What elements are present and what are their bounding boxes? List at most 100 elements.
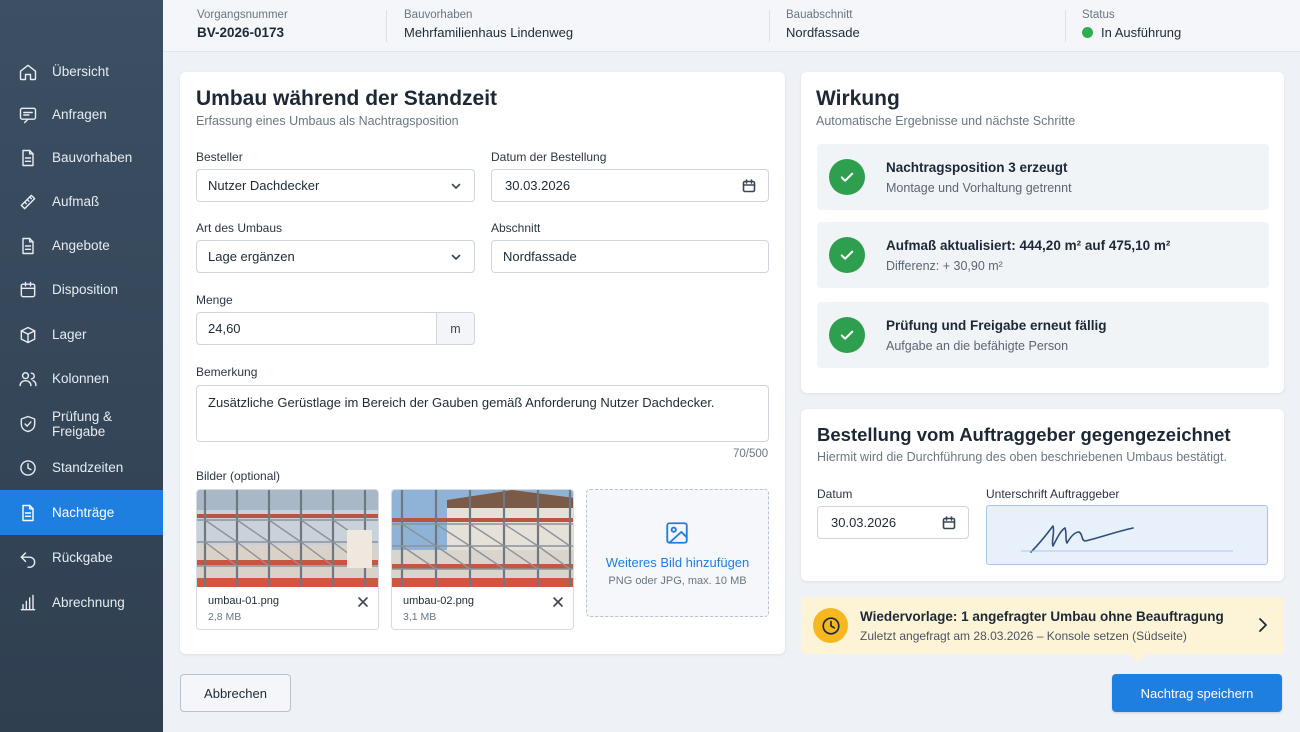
home-icon <box>18 62 38 82</box>
sidebar-item-lager[interactable]: Lager <box>0 312 163 357</box>
wiedervorlage-title: Wiedervorlage: 1 angefragter Umbau ohne … <box>860 609 1224 624</box>
art-umbau-label: Art des Umbaus <box>196 221 283 235</box>
wirkung-card: Wirkung Automatische Ergebnisse und näch… <box>801 72 1284 393</box>
sidebar-item-label: Aufmaß <box>52 194 100 209</box>
unterschrift-label: Unterschrift Auftraggeber <box>986 487 1120 501</box>
sidebar-item-pruefung-freigabe[interactable]: Prüfung & Freigabe <box>0 401 163 446</box>
umbau-form-card: Umbau während der Standzeit Erfassung ei… <box>180 72 785 654</box>
sidebar-item-anfragen[interactable]: Anfragen <box>0 92 163 137</box>
image-icon <box>664 520 690 546</box>
add-image-label: Weiteres Bild hinzufügen <box>605 555 750 570</box>
header-divider <box>386 10 387 42</box>
scaffold-photo <box>392 490 573 587</box>
status-badge: In Ausführung <box>1101 25 1182 40</box>
bemerkung-textarea[interactable]: Zusätzliche Gerüstlage im Bereich der Ga… <box>196 385 769 442</box>
calendar-icon[interactable] <box>742 179 756 193</box>
check-icon <box>829 317 865 353</box>
sidebar-item-rueckgabe[interactable]: Rückgabe <box>0 535 163 580</box>
wirkung-item: Nachtragsposition 3 erzeugt Montage und … <box>817 144 1269 210</box>
sidebar-item-nachtraege[interactable]: Nachträge <box>0 490 163 535</box>
sidebar-item-aufmass[interactable]: Aufmaß <box>0 179 163 224</box>
sidebar-item-label: Standzeiten <box>52 460 124 475</box>
close-icon[interactable] <box>357 595 369 607</box>
wirkung-item: Aufmaß aktualisiert: 444,20 m² auf 475,1… <box>817 222 1269 288</box>
sidebar-item-angebote[interactable]: Angebote <box>0 223 163 268</box>
calendar-icon <box>18 280 38 300</box>
add-image-button[interactable]: Weiteres Bild hinzufügen PNG oder JPG, m… <box>586 489 769 617</box>
bemerkung-label: Bemerkung <box>196 365 258 379</box>
form-title: Umbau während der Standzeit <box>196 87 498 110</box>
image-filesize: 3,1 MB <box>403 611 437 623</box>
header-divider <box>1065 10 1066 42</box>
bestellung-datum-label: Datum <box>817 487 853 501</box>
clock-icon <box>18 458 38 478</box>
clock-icon <box>813 608 848 643</box>
box-icon <box>18 325 38 345</box>
menge-input[interactable]: 24,60 m <box>196 312 475 345</box>
image-filesize: 2,8 MB <box>208 611 242 623</box>
chat-icon <box>18 105 38 125</box>
sidebar-item-label: Rückgabe <box>52 550 113 565</box>
image-filename: umbau-01.png <box>208 595 279 607</box>
document-icon <box>18 148 38 168</box>
wiedervorlage-banner[interactable]: Wiedervorlage: 1 angefragter Umbau ohne … <box>801 597 1284 662</box>
header-vorgangsnummer: Vorgangsnummer BV-2026-0173 <box>197 9 288 40</box>
sidebar-item-label: Disposition <box>52 282 119 297</box>
sidebar-item-uebersicht[interactable]: Übersicht <box>0 49 163 94</box>
document-icon <box>18 236 38 256</box>
image-filename: umbau-02.png <box>403 595 474 607</box>
return-arrow-icon <box>18 548 38 568</box>
signature-pad[interactable] <box>986 505 1268 565</box>
close-icon[interactable] <box>552 595 564 607</box>
sidebar-item-label: Übersicht <box>52 64 110 79</box>
chevron-down-icon <box>450 251 462 263</box>
menge-unit: m <box>436 313 474 344</box>
bestellung-datum-field[interactable]: 30.03.2026 <box>817 506 969 539</box>
bestellung-title: Bestellung vom Auftraggeber gegengezeich… <box>817 424 1231 445</box>
sidebar-item-label: Lager <box>52 327 87 342</box>
sidebar-item-standzeiten[interactable]: Standzeiten <box>0 445 163 490</box>
image-thumbnail[interactable]: umbau-01.png 2,8 MB <box>196 489 379 630</box>
bestellung-card: Bestellung vom Auftraggeber gegengezeich… <box>801 409 1284 581</box>
header-divider <box>769 10 770 42</box>
check-icon <box>829 159 865 195</box>
header-bauvorhaben: Bauvorhaben Mehrfamilienhaus Lindenweg <box>404 9 574 40</box>
save-button[interactable]: Nachtrag speichern <box>1112 674 1282 712</box>
sidebar-item-label: Angebote <box>52 238 110 253</box>
ruler-icon <box>18 192 38 212</box>
header-status: Status In Ausführung <box>1082 9 1182 40</box>
sidebar: Übersicht Anfragen Bauvorhaben Aufmaß An… <box>0 0 163 732</box>
signature-icon <box>1021 525 1233 553</box>
bar-chart-icon <box>18 593 38 613</box>
sidebar-item-bauvorhaben[interactable]: Bauvorhaben <box>0 135 163 180</box>
art-umbau-select[interactable]: Lage ergänzen <box>196 240 475 273</box>
chevron-right-icon[interactable] <box>1256 617 1270 633</box>
sidebar-item-label: Anfragen <box>52 107 107 122</box>
cancel-button[interactable]: Abbrechen <box>180 674 291 712</box>
menge-label: Menge <box>196 293 233 307</box>
sidebar-item-label: Nachträge <box>52 505 115 520</box>
sidebar-item-kolonnen[interactable]: Kolonnen <box>0 356 163 401</box>
sidebar-item-label: Kolonnen <box>52 371 110 386</box>
wirkung-subtitle: Automatische Ergebnisse und nächste Schr… <box>816 114 1076 128</box>
datum-bestellung-field[interactable]: 30.03.2026 <box>491 169 769 202</box>
abschnitt-field[interactable]: Nordfassade <box>491 240 769 273</box>
sidebar-item-label: Bauvorhaben <box>52 150 133 165</box>
status-dot-icon <box>1082 27 1093 38</box>
bilder-label: Bilder (optional) <box>196 469 281 483</box>
besteller-select[interactable]: Nutzer Dachdecker <box>196 169 475 202</box>
wirkung-item: Prüfung und Freigabe erneut fällig Aufga… <box>817 302 1269 368</box>
calendar-icon[interactable] <box>942 516 956 530</box>
besteller-label: Besteller <box>196 150 243 164</box>
form-subtitle: Erfassung eines Umbaus als Nachtragsposi… <box>196 114 459 128</box>
scaffold-photo <box>197 490 378 587</box>
header: Vorgangsnummer BV-2026-0173 Bauvorhaben … <box>163 0 1300 52</box>
sidebar-item-disposition[interactable]: Disposition <box>0 267 163 312</box>
shield-check-icon <box>18 414 38 434</box>
sidebar-item-abrechnung[interactable]: Abrechnung <box>0 580 163 625</box>
sidebar-item-label: Abrechnung <box>52 595 125 610</box>
add-image-hint: PNG oder JPG, max. 10 MB <box>608 575 747 587</box>
sidebar-item-label: Prüfung & Freigabe <box>52 408 113 439</box>
header-bauabschnitt: Bauabschnitt Nordfassade <box>786 9 860 40</box>
image-thumbnail[interactable]: umbau-02.png 3,1 MB <box>391 489 574 630</box>
